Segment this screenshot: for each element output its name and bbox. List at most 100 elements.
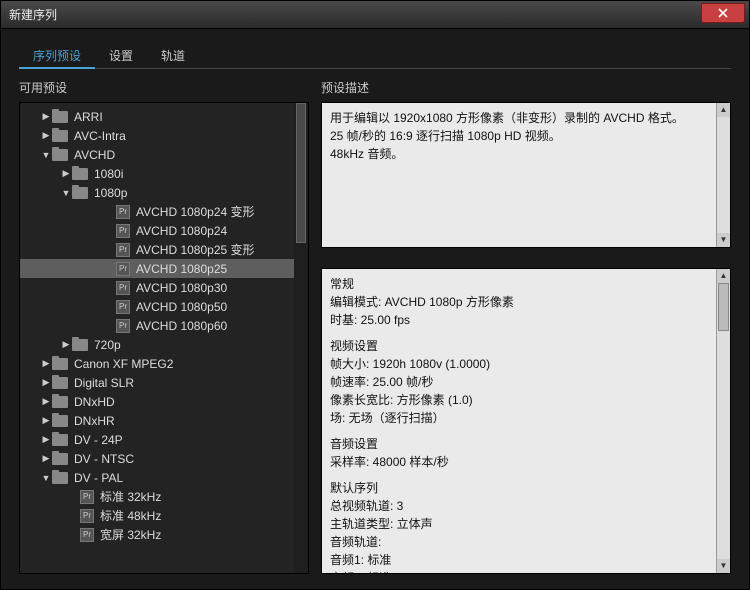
tree-preset[interactable]: Pr AVCHD 1080p50 <box>20 297 308 316</box>
tree-folder-720p[interactable]: ▶720p <box>20 335 308 354</box>
folder-icon <box>52 415 68 427</box>
tree-label: AVCHD 1080p24 <box>136 224 227 238</box>
detail-line: 帧大小: 1920h 1080v (1.0000) <box>330 355 722 373</box>
tree-label: 720p <box>94 338 121 352</box>
tree-folder-dslr[interactable]: ▶Digital SLR <box>20 373 308 392</box>
expand-icon: ▶ <box>40 130 52 141</box>
scroll-down-icon[interactable]: ▼ <box>717 233 730 247</box>
new-sequence-dialog: 新建序列 序列预设 设置 轨道 可用预设 ▶ARRI ▶AVC-Intra ▼A… <box>0 0 750 590</box>
desc-line: 48kHz 音频。 <box>330 145 722 163</box>
tree-preset[interactable]: Pr AVCHD 1080p25 变形 <box>20 240 308 259</box>
folder-icon <box>52 111 68 123</box>
tree-preset[interactable]: Pr AVCHD 1080p60 <box>20 316 308 335</box>
desc-line: 25 帧/秒的 16:9 逐行扫描 1080p HD 视频。 <box>330 127 722 145</box>
detail-line: 时基: 25.00 fps <box>330 311 722 329</box>
tree-label: Canon XF MPEG2 <box>74 357 173 371</box>
scrollbar-thumb[interactable] <box>296 103 306 243</box>
tree-label: 标准 32kHz <box>100 488 161 505</box>
tab-settings[interactable]: 设置 <box>95 43 147 68</box>
detail-line: 音频1: 标准 <box>330 551 722 569</box>
titlebar[interactable]: 新建序列 <box>1 1 749 29</box>
preset-icon: Pr <box>116 205 130 219</box>
tree-label: 宽屏 32kHz <box>100 526 161 543</box>
close-button[interactable] <box>701 3 745 23</box>
tree-folder-dnxhd[interactable]: ▶ DNxHD <box>20 392 308 411</box>
dialog-content: 序列预设 设置 轨道 可用预设 ▶ARRI ▶AVC-Intra ▼AVCHD … <box>1 29 749 588</box>
expand-icon: ▶ <box>40 377 52 388</box>
tree-folder-canon[interactable]: ▶ Canon XF MPEG2 <box>20 354 308 373</box>
detail-line: 音频2: 标准 <box>330 569 722 574</box>
tab-tracks[interactable]: 轨道 <box>147 43 199 68</box>
preset-icon: Pr <box>80 528 94 542</box>
preset-icon: Pr <box>116 300 130 314</box>
folder-icon <box>52 149 68 161</box>
folder-icon <box>52 434 68 446</box>
scroll-up-icon[interactable]: ▲ <box>717 269 730 283</box>
tree-preset[interactable]: PrAVCHD 1080p24 <box>20 221 308 240</box>
desc-scrollbar[interactable]: ▲ ▼ <box>716 103 730 247</box>
detail-line: 像素长宽比: 方形像素 (1.0) <box>330 391 722 409</box>
folder-icon <box>72 168 88 180</box>
tree-preset[interactable]: Pr AVCHD 1080p24 变形 <box>20 202 308 221</box>
tree-label: AVCHD 1080p50 <box>136 300 227 314</box>
tree-label: AVCHD 1080p60 <box>136 319 227 333</box>
tree-label: 1080p <box>94 186 127 200</box>
scrollbar-thumb[interactable] <box>718 283 729 331</box>
tree-folder-dnxhr[interactable]: ▶ DNxHR <box>20 411 308 430</box>
folder-icon <box>52 453 68 465</box>
tab-bar: 序列预设 设置 轨道 <box>19 43 731 69</box>
detail-line: 场: 无场（逐行扫描） <box>330 409 722 427</box>
tree-folder-arri[interactable]: ▶ARRI <box>20 107 308 126</box>
folder-icon <box>52 130 68 142</box>
detail-scrollbar[interactable]: ▲ ▼ <box>716 269 730 573</box>
preset-tree: ▶ARRI ▶AVC-Intra ▼AVCHD ▶1080i ▼1080p Pr… <box>19 102 309 574</box>
scroll-down-icon[interactable]: ▼ <box>717 559 730 573</box>
collapse-icon: ▼ <box>40 473 52 483</box>
tree-folder-dvpal[interactable]: ▼ DV - PAL <box>20 468 308 487</box>
tree-folder-1080p[interactable]: ▼1080p <box>20 183 308 202</box>
tree-folder-dvntsc[interactable]: ▶DV - NTSC <box>20 449 308 468</box>
tree-label: AVCHD 1080p25 变形 <box>136 241 255 258</box>
collapse-icon: ▼ <box>40 150 52 160</box>
preset-icon: Pr <box>116 262 130 276</box>
preset-icon: Pr <box>80 490 94 504</box>
tree-preset[interactable]: Pr标准 48kHz <box>20 506 308 525</box>
tree-preset[interactable]: Pr 宽屏 32kHz <box>20 525 308 544</box>
scroll-up-icon[interactable]: ▲ <box>717 103 730 117</box>
tree-preset[interactable]: Pr 标准 32kHz <box>20 487 308 506</box>
tree-label: AVC-Intra <box>74 129 126 143</box>
detail-heading: 默认序列 <box>330 479 722 497</box>
window-title: 新建序列 <box>9 6 57 23</box>
preset-icon: Pr <box>116 243 130 257</box>
folder-icon <box>72 339 88 351</box>
description-box: 用于编辑以 1920x1080 方形像素（非变形）录制的 AVCHD 格式。 2… <box>321 102 731 248</box>
expand-icon: ▶ <box>40 396 52 407</box>
preset-description-label: 预设描述 <box>321 79 731 96</box>
tree-label: AVCHD 1080p25 <box>136 262 227 276</box>
tree-folder-1080i[interactable]: ▶1080i <box>20 164 308 183</box>
expand-icon: ▶ <box>40 415 52 426</box>
tree-folder-dv24p[interactable]: ▶DV - 24P <box>20 430 308 449</box>
tab-presets[interactable]: 序列预设 <box>19 43 95 68</box>
folder-icon <box>72 187 88 199</box>
tree-label: DNxHR <box>74 414 115 428</box>
tree-label: AVCHD <box>74 148 115 162</box>
expand-icon: ▶ <box>40 358 52 369</box>
tree-folder-avchd[interactable]: ▼ AVCHD <box>20 145 308 164</box>
desc-line: 用于编辑以 1920x1080 方形像素（非变形）录制的 AVCHD 格式。 <box>330 109 722 127</box>
preset-icon: Pr <box>116 319 130 333</box>
tree-preset[interactable]: PrAVCHD 1080p30 <box>20 278 308 297</box>
preset-icon: Pr <box>116 281 130 295</box>
detail-line: 编辑模式: AVCHD 1080p 方形像素 <box>330 293 722 311</box>
tree-label: DV - NTSC <box>74 452 134 466</box>
tree-label: DV - PAL <box>74 471 123 485</box>
tree-folder-avcintra[interactable]: ▶ AVC-Intra <box>20 126 308 145</box>
tree-preset-selected[interactable]: Pr AVCHD 1080p25 <box>20 259 308 278</box>
tree-scrollbar[interactable] <box>294 103 308 573</box>
detail-line: 音频轨道: <box>330 533 722 551</box>
tree-label: AVCHD 1080p24 变形 <box>136 203 255 220</box>
detail-line: 主轨道类型: 立体声 <box>330 515 722 533</box>
tree-label: DV - 24P <box>74 433 123 447</box>
tree-label: DNxHD <box>74 395 115 409</box>
detail-line: 总视频轨道: 3 <box>330 497 722 515</box>
